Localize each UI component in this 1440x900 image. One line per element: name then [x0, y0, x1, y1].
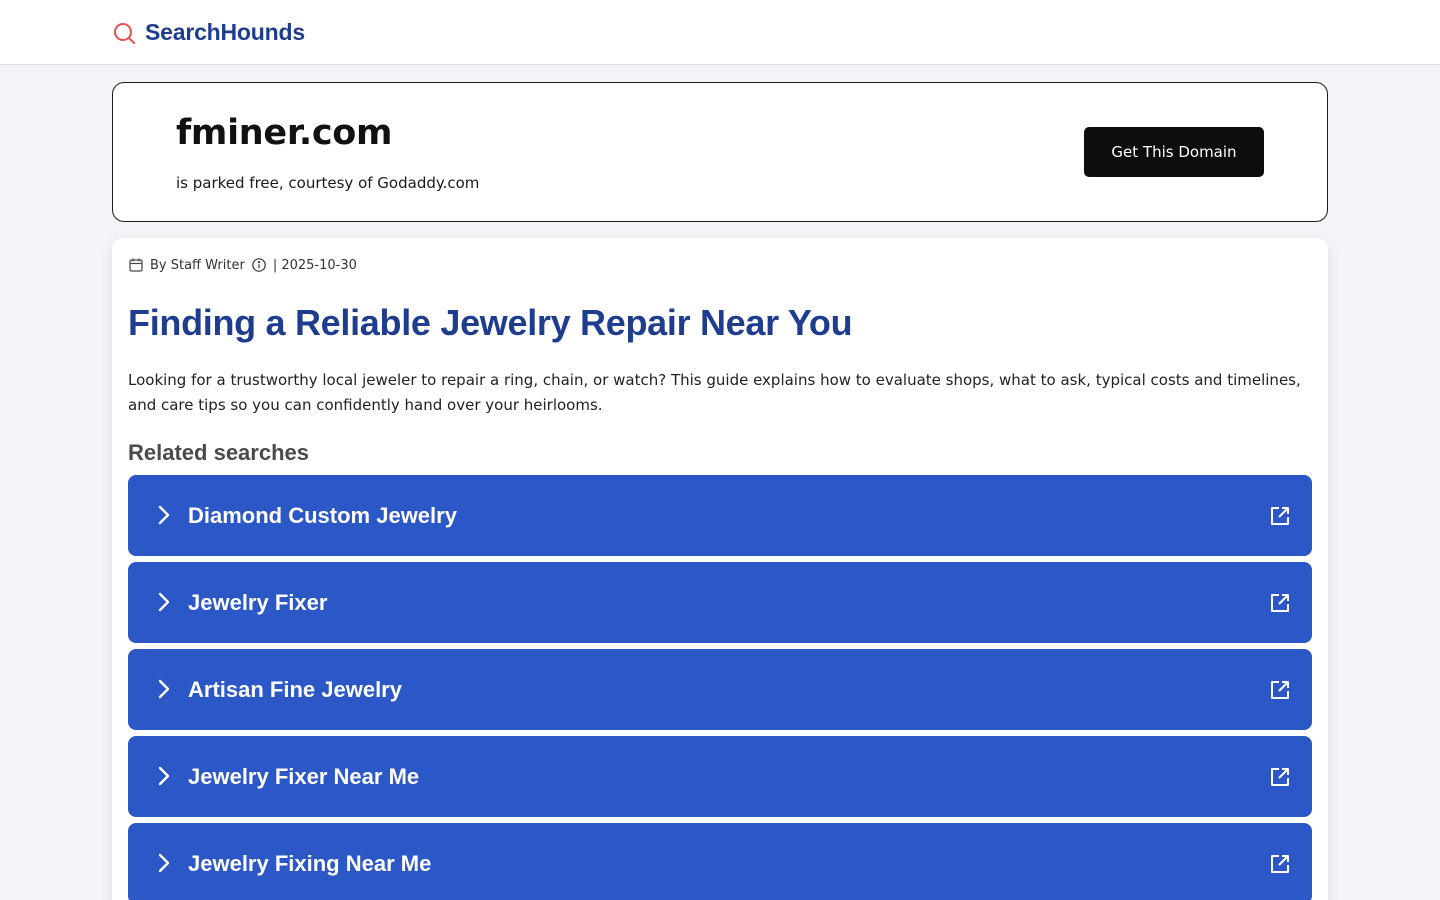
article-date: | 2025-10-30 [272, 257, 357, 273]
top-header: SearchHounds [0, 0, 1440, 65]
search-icon [114, 22, 135, 44]
article-author: By Staff Writer [150, 257, 245, 273]
related-search-label: Jewelry Fixing Near Me [188, 851, 432, 876]
brand-name: SearchHounds [145, 18, 305, 45]
brand-logo-link[interactable]: SearchHounds [113, 17, 305, 47]
related-search-label: Jewelry Fixer [188, 590, 328, 615]
chevron-right-icon [158, 592, 170, 612]
chevron-right-icon [158, 679, 170, 699]
related-search-item[interactable]: Artisan Fine Jewelry [128, 649, 1312, 730]
domain-parked-note: is parked free, courtesy of Godaddy.com [176, 174, 480, 192]
get-this-domain-button[interactable]: Get This Domain [1084, 127, 1264, 177]
domain-name: fminer.com [176, 113, 393, 153]
info-icon[interactable] [251, 257, 267, 273]
article-card: By Staff Writer | 2025-10-30 Finding a R… [112, 238, 1328, 900]
related-search-label: Diamond Custom Jewelry [188, 503, 457, 528]
external-link-icon [1271, 681, 1289, 699]
related-search-label: Artisan Fine Jewelry [188, 677, 402, 702]
article-intro: Looking for a trustworthy local jeweler … [128, 371, 1301, 414]
external-link-icon [1271, 855, 1289, 873]
related-search-item[interactable]: Diamond Custom Jewelry [128, 475, 1312, 556]
external-link-icon [1271, 768, 1289, 786]
related-search-item[interactable]: Jewelry Fixing Near Me [128, 823, 1312, 900]
chevron-right-icon [158, 766, 170, 786]
related-searches-heading: Related searches [128, 440, 309, 465]
calendar-icon [129, 258, 143, 272]
chevron-right-icon [158, 505, 170, 525]
article-meta: By Staff Writer | 2025-10-30 [128, 255, 357, 275]
related-search-item[interactable]: Jewelry Fixer [128, 562, 1312, 643]
related-searches-list: Diamond Custom Jewelry Jewelry Fixer Art… [128, 475, 1312, 900]
domain-banner: fminer.com is parked free, courtesy of G… [112, 82, 1328, 222]
related-search-item[interactable]: Jewelry Fixer Near Me [128, 736, 1312, 817]
chevron-right-icon [158, 853, 170, 873]
article-title: Finding a Reliable Jewelry Repair Near Y… [128, 302, 853, 343]
external-link-icon [1271, 594, 1289, 612]
external-link-icon [1271, 507, 1289, 525]
related-search-label: Jewelry Fixer Near Me [188, 764, 420, 789]
